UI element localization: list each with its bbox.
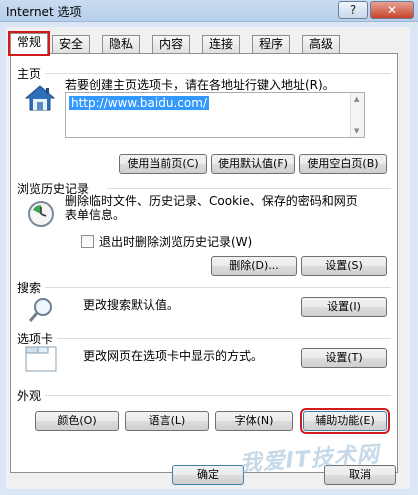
general-panel: 主页 若要创建主页选项卡，请在各地址行键入地址(R)。 http://www.b… <box>10 53 398 473</box>
appearance-divider <box>45 395 391 396</box>
tab-security[interactable]: 安全 <box>52 35 90 53</box>
tab-advanced[interactable]: 高级 <box>302 35 340 53</box>
tabs-section-title: 选项卡 <box>17 330 58 347</box>
accessibility-button[interactable]: 辅助功能(E) <box>300 408 390 434</box>
colors-button[interactable]: 颜色(O) <box>35 411 119 431</box>
history-description-line1: 删除临时文件、历史记录、Cookie、保存的密码和网页 <box>65 194 358 208</box>
tabs-window-icon <box>25 346 57 372</box>
search-settings-button[interactable]: 设置(I) <box>301 297 387 317</box>
use-default-button[interactable]: 使用默认值(F) <box>211 154 295 174</box>
search-title: 搜索 <box>17 279 46 296</box>
tab-connections[interactable]: 连接 <box>202 35 240 53</box>
tabs-section-description: 更改网页在选项卡中显示的方式。 <box>83 349 264 363</box>
search-description: 更改搜索默认值。 <box>83 298 180 312</box>
homepage-description: 若要创建主页选项卡，请在各地址行键入地址(R)。 <box>65 78 335 92</box>
use-blank-button[interactable]: 使用空白页(B) <box>299 154 387 174</box>
fonts-button[interactable]: 字体(N) <box>215 411 293 431</box>
homepage-url-input[interactable]: http://www.baidu.com/ ▲ ▼ <box>65 92 365 138</box>
tab-general[interactable]: 常规 <box>8 31 50 56</box>
use-current-button[interactable]: 使用当前页(C) <box>119 154 207 174</box>
dialog-body: 常规 安全 隐私 内容 连接 程序 高级 主页 若要创建主页选项卡，请在各地址行… <box>6 27 410 489</box>
history-settings-button[interactable]: 设置(S) <box>301 256 387 276</box>
tabs-settings-button[interactable]: 设置(T) <box>301 348 387 368</box>
homepage-divider <box>45 73 391 74</box>
languages-button[interactable]: 语言(L) <box>125 411 209 431</box>
magnifier-icon <box>28 298 52 322</box>
homepage-title: 主页 <box>17 65 46 82</box>
window-title: Internet 选项 <box>6 5 82 19</box>
delete-on-exit-label: 退出时删除浏览历史记录(W) <box>99 235 253 249</box>
scroll-down-icon[interactable]: ▼ <box>354 127 359 135</box>
delete-history-button[interactable]: 删除(D)... <box>211 256 297 276</box>
title-bar: Internet 选项 ? ✕ <box>0 0 418 22</box>
close-button[interactable]: ✕ <box>370 1 414 19</box>
clock-icon <box>28 201 54 227</box>
tab-programs[interactable]: 程序 <box>252 35 290 53</box>
ok-button[interactable]: 确定 <box>172 465 244 485</box>
appearance-title: 外观 <box>17 387 46 404</box>
history-description-line2: 表单信息。 <box>65 208 126 222</box>
scroll-up-icon[interactable]: ▲ <box>354 95 359 103</box>
house-icon <box>25 85 55 111</box>
tab-strip: 常规 安全 隐私 内容 连接 程序 高级 <box>6 31 410 56</box>
search-divider <box>45 287 391 288</box>
homepage-url-value: http://www.baidu.com/ <box>69 96 209 110</box>
history-divider <box>107 188 391 189</box>
tab-privacy[interactable]: 隐私 <box>102 35 140 53</box>
delete-on-exit-checkbox[interactable] <box>81 235 94 248</box>
url-scrollbar[interactable]: ▲ ▼ <box>350 93 364 137</box>
tab-content[interactable]: 内容 <box>152 35 190 53</box>
help-button[interactable]: ? <box>338 1 368 19</box>
tabs-section-divider <box>57 338 391 339</box>
